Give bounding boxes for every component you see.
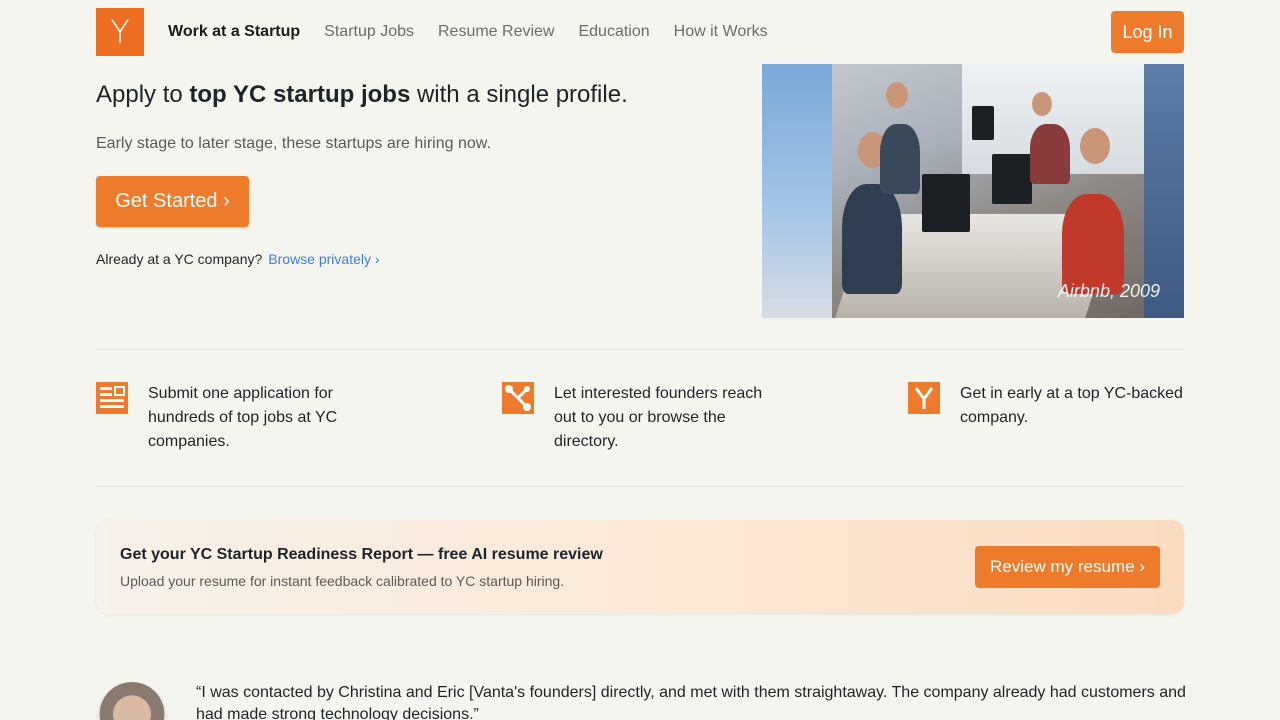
feature-founders-text: Let interested founders reach out to you… [554,385,763,450]
yc-logo-icon [908,382,940,414]
photo-monitor [992,154,1032,204]
nav-link-resume-review[interactable]: Resume Review [438,20,554,44]
nav-link-education[interactable]: Education [578,20,649,44]
nav-links: Work at a Startup Startup Jobs Resume Re… [168,20,792,44]
already-at-yc: Already at a YC company? Browse privately… [96,251,380,267]
photo-person [1030,124,1070,184]
hero-title-pre: Apply to [96,81,190,108]
divider [96,349,1184,350]
get-started-button[interactable]: Get Started › [96,176,249,227]
already-text: Already at a YC company? [96,251,263,267]
login-button[interactable]: Log In [1111,11,1184,53]
yc-logo[interactable]: Y [96,8,144,56]
resume-review-banner: Get your YC Startup Readiness Report — f… [96,520,1184,614]
hero-title-bold: top YC startup jobs [189,81,411,108]
photo-person [1062,194,1124,294]
feature-early-text: Get in early at a top YC-backed company. [960,385,1183,426]
application-form-icon [96,382,128,414]
photo-monitor [972,106,994,140]
hero-subtitle: Early stage to later stage, these startu… [96,135,491,152]
nav-link-startup-jobs[interactable]: Startup Jobs [324,20,414,44]
testimonial-avatar [96,682,168,720]
review-resume-button[interactable]: Review my resume › [975,546,1160,588]
photo-person-head [886,82,908,108]
banner-subtitle: Upload your resume for instant feedback … [120,573,565,589]
nav-link-how-it-works[interactable]: How it Works [674,20,768,44]
photo-monitor [922,174,970,232]
photo-person [842,184,902,294]
feature-apply-text: Submit one application for hundreds of t… [148,385,338,450]
testimonial-quote: “I was contacted by Christina and Eric [… [196,684,1186,720]
banner-title: Get your YC Startup Readiness Report — f… [120,546,603,563]
nav-link-work-at-a-startup[interactable]: Work at a Startup [168,20,300,44]
photo-person-head [1032,92,1052,116]
photo-shelf [1144,64,1184,318]
photo-wall-map [762,64,832,318]
photo-person-head [1080,128,1110,164]
hero-title: Apply to top YC startup jobs with a sing… [96,81,628,109]
photo-caption: Airbnb, 2009 [1057,281,1160,301]
office-photo: Airbnb, 2009 [762,64,1184,318]
divider [96,486,1184,487]
network-connect-icon [502,382,534,414]
top-nav: Y Work at a Startup Startup Jobs Resume … [96,8,1184,56]
browse-privately-link[interactable]: Browse privately › [268,251,379,267]
hero-title-post: with a single profile. [410,81,628,108]
photo-person [880,124,920,194]
